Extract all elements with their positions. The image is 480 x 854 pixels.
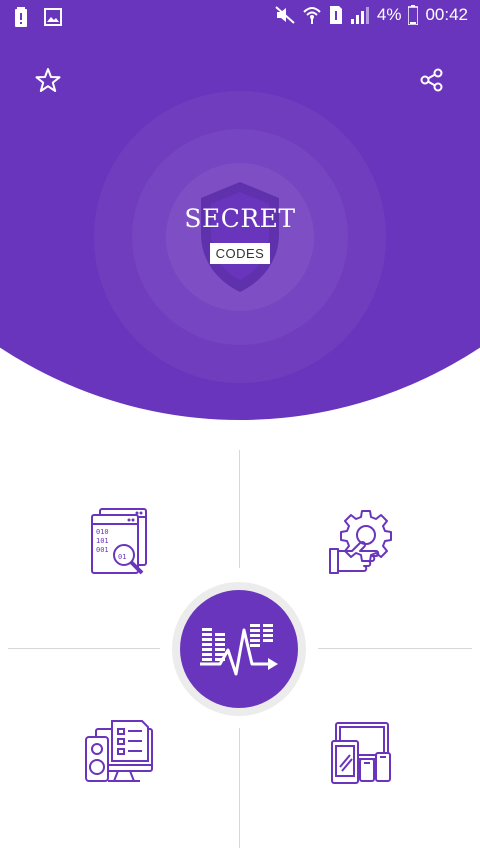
app-screen: 4% 00:42 SECRET CODES 010 101 001 01	[0, 0, 480, 854]
favorite-button[interactable]	[34, 66, 62, 94]
signal-analyzer-button[interactable]	[180, 590, 298, 708]
battery-percent: 4%	[376, 5, 402, 24]
share-button[interactable]	[418, 66, 446, 94]
wifi-icon	[302, 5, 322, 25]
svg-text:01: 01	[118, 553, 126, 561]
svg-text:010: 010	[96, 528, 109, 536]
divider-vertical-top	[239, 450, 240, 568]
status-right: 4% 00:42	[275, 5, 468, 25]
clock: 00:42	[425, 5, 468, 24]
svg-text:001: 001	[96, 546, 109, 554]
device-info-icon	[85, 720, 153, 782]
svg-text:101: 101	[96, 537, 109, 545]
code-search-icon: 010 101 001 01	[91, 508, 147, 575]
divider-vertical-bottom	[239, 728, 240, 848]
logo-title: SECRET	[184, 204, 296, 233]
status-bar: 4% 00:42	[0, 0, 480, 34]
signal-icon	[350, 6, 370, 24]
settings-hand-button[interactable]	[322, 505, 398, 581]
signal-analyzer-icon	[200, 624, 278, 676]
shield-icon	[201, 182, 279, 292]
devices-icon	[331, 722, 391, 784]
gear-hand-icon	[329, 510, 392, 574]
divider-horizontal-right	[318, 648, 472, 649]
image-notification-icon	[44, 8, 62, 26]
code-search-button[interactable]: 010 101 001 01	[82, 505, 158, 581]
sim-icon	[329, 5, 343, 25]
mute-icon	[275, 6, 295, 24]
share-icon	[420, 68, 443, 92]
star-outline-icon	[35, 68, 61, 92]
devices-button[interactable]	[322, 715, 398, 791]
divider-horizontal-left	[8, 648, 160, 649]
logo-badge: CODES	[210, 243, 270, 264]
device-info-button[interactable]	[82, 715, 158, 791]
battery-alert-icon	[14, 7, 28, 27]
status-left	[14, 7, 62, 27]
battery-icon	[408, 5, 419, 25]
